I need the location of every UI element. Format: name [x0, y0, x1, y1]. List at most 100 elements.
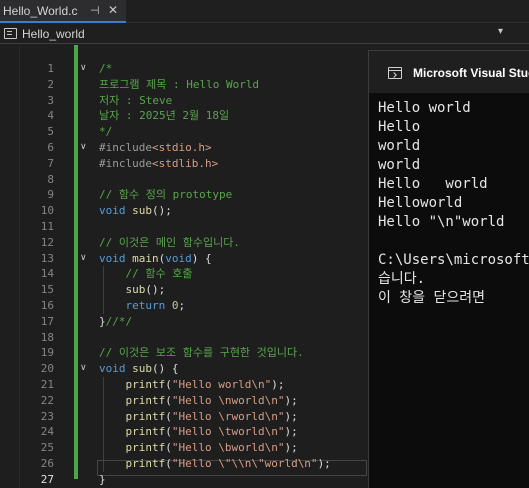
- code-line[interactable]: 날자 : 2025년 2월 18일: [99, 108, 229, 124]
- code-line[interactable]: return 0;: [99, 298, 185, 314]
- project-icon: [4, 28, 17, 39]
- scope-dropdown-label[interactable]: Hello_world: [22, 27, 85, 41]
- code-token: );: [317, 457, 331, 470]
- console-output-line: Hello world: [378, 176, 488, 192]
- code-token: return: [99, 299, 172, 312]
- code-token: 저자 : Steve: [99, 93, 173, 107]
- code-line[interactable]: printf("Hello \rworld\n");: [99, 409, 298, 425]
- code-token: /*: [99, 62, 113, 75]
- code-token: ();: [152, 204, 172, 218]
- code-line[interactable]: printf("Hello \bworld\n");: [99, 440, 298, 456]
- code-token: "Hello world\n": [171, 378, 272, 391]
- code-token: (: [165, 457, 172, 470]
- code-token: printf: [99, 393, 166, 407]
- console-output-line: 이 창을 닫으려면: [378, 290, 486, 306]
- code-line[interactable]: void sub() {: [99, 361, 179, 377]
- line-number: 10: [40, 204, 54, 218]
- change-tracking-bar: [74, 45, 78, 479]
- pin-icon[interactable]: ⊣: [90, 4, 100, 17]
- code-token: void: [99, 251, 133, 265]
- code-token: //*/: [105, 314, 133, 328]
- code-line[interactable]: printf("Hello \nworld\n");: [99, 393, 298, 409]
- line-number: 5: [47, 125, 54, 139]
- code-token: (: [165, 378, 172, 391]
- code-line[interactable]: /*: [99, 61, 112, 77]
- line-number: 18: [40, 330, 54, 344]
- code-line[interactable]: printf("Hello world\n");: [99, 377, 284, 393]
- code-token: void: [99, 362, 133, 376]
- fold-toggle-icon[interactable]: ∨: [80, 61, 87, 77]
- code-token: "Hello \tworld\n": [171, 425, 285, 439]
- line-number: 21: [40, 378, 54, 391]
- code-token: (: [165, 393, 172, 407]
- line-number: 8: [47, 172, 54, 186]
- navigation-bar[interactable]: Hello_world ▾: [0, 24, 529, 44]
- line-number: 17: [40, 314, 54, 328]
- close-icon[interactable]: ✕: [108, 3, 118, 17]
- code-line[interactable]: 프로그램 제목 : Hello World: [99, 77, 259, 93]
- fold-toggle-icon[interactable]: ∨: [80, 251, 87, 267]
- line-number: 14: [40, 267, 54, 281]
- console-title-bar[interactable]: Microsoft Visual Studio: [369, 51, 529, 93]
- code-line[interactable]: 저자 : Steve: [99, 93, 172, 109]
- tab-hello-world-c[interactable]: Hello_World.c ⊣ ✕: [0, 0, 126, 23]
- code-token: (: [165, 409, 172, 423]
- console-output-line: Hello: [378, 119, 421, 135]
- line-number: 25: [40, 441, 54, 455]
- fold-toggle-icon[interactable]: ∨: [80, 140, 87, 156]
- line-number: 4: [47, 109, 54, 123]
- console-output-line: Hello world: [378, 100, 471, 116]
- code-line[interactable]: // 이것은 보조 함수를 구현한 것입니다.: [99, 345, 304, 361]
- glyph-margin: [0, 45, 20, 488]
- line-number: 15: [40, 283, 54, 297]
- line-number: 23: [40, 409, 54, 423]
- code-token: );: [284, 441, 298, 455]
- tab-title: Hello_World.c: [3, 4, 78, 18]
- code-line[interactable]: }//*/: [99, 314, 132, 330]
- line-number: 24: [40, 425, 54, 439]
- code-token: 프로그램 제목 : Hello World: [99, 77, 260, 91]
- code-token: printf: [99, 457, 166, 470]
- code-line[interactable]: #include<stdio.h>: [99, 140, 212, 156]
- code-line[interactable]: // 함수 정의 prototype: [99, 187, 232, 203]
- code-token: );: [271, 378, 285, 391]
- line-number: 2: [47, 77, 54, 91]
- code-token: void: [99, 204, 133, 218]
- console-output-line: Helloworld: [378, 195, 463, 211]
- code-token: #include: [99, 141, 152, 154]
- code-line[interactable]: void sub();: [99, 203, 172, 219]
- code-token: }: [99, 472, 106, 486]
- code-token: "Hello \bworld\n": [171, 441, 285, 455]
- code-token: sub: [99, 283, 146, 297]
- code-token: sub: [132, 362, 152, 376]
- code-line[interactable]: sub();: [99, 282, 165, 298]
- document-tab-strip: Hello_World.c ⊣ ✕: [0, 0, 529, 23]
- code-token: () {: [152, 362, 179, 376]
- line-number: 3: [47, 93, 54, 107]
- line-number: 1: [47, 62, 54, 75]
- code-line[interactable]: #include<stdlib.h>: [99, 156, 218, 172]
- line-number: 19: [40, 346, 54, 360]
- console-output-line: world: [378, 138, 421, 154]
- line-number: 7: [47, 156, 54, 170]
- code-line[interactable]: printf("Hello \tworld\n");: [99, 424, 297, 440]
- code-line[interactable]: }: [99, 472, 106, 488]
- code-line[interactable]: // 함수 호출: [99, 266, 192, 282]
- line-number: 13: [40, 251, 54, 265]
- code-token: );: [284, 409, 298, 423]
- code-line[interactable]: void main(void) {: [99, 251, 212, 267]
- code-token: );: [284, 393, 298, 407]
- code-line[interactable]: */: [99, 124, 112, 140]
- code-line[interactable]: printf("Hello \"\\n\"world\n");: [99, 456, 331, 472]
- code-line[interactable]: // 이것은 메인 함수입니다.: [99, 235, 240, 251]
- chevron-down-icon[interactable]: ▾: [498, 26, 503, 37]
- debug-console-window[interactable]: Microsoft Visual Studio Hello world Hello…: [368, 50, 529, 488]
- fold-toggle-icon[interactable]: ∨: [80, 361, 87, 377]
- code-token: printf: [99, 441, 166, 455]
- code-token: main: [132, 251, 159, 265]
- code-token: "Hello \rworld\n": [171, 409, 285, 423]
- code-token: */: [99, 125, 113, 139]
- code-token: // 이것은 메인 함수입니다.: [99, 235, 240, 249]
- code-token: <stdlib.h>: [151, 156, 219, 170]
- line-number: 22: [40, 393, 54, 407]
